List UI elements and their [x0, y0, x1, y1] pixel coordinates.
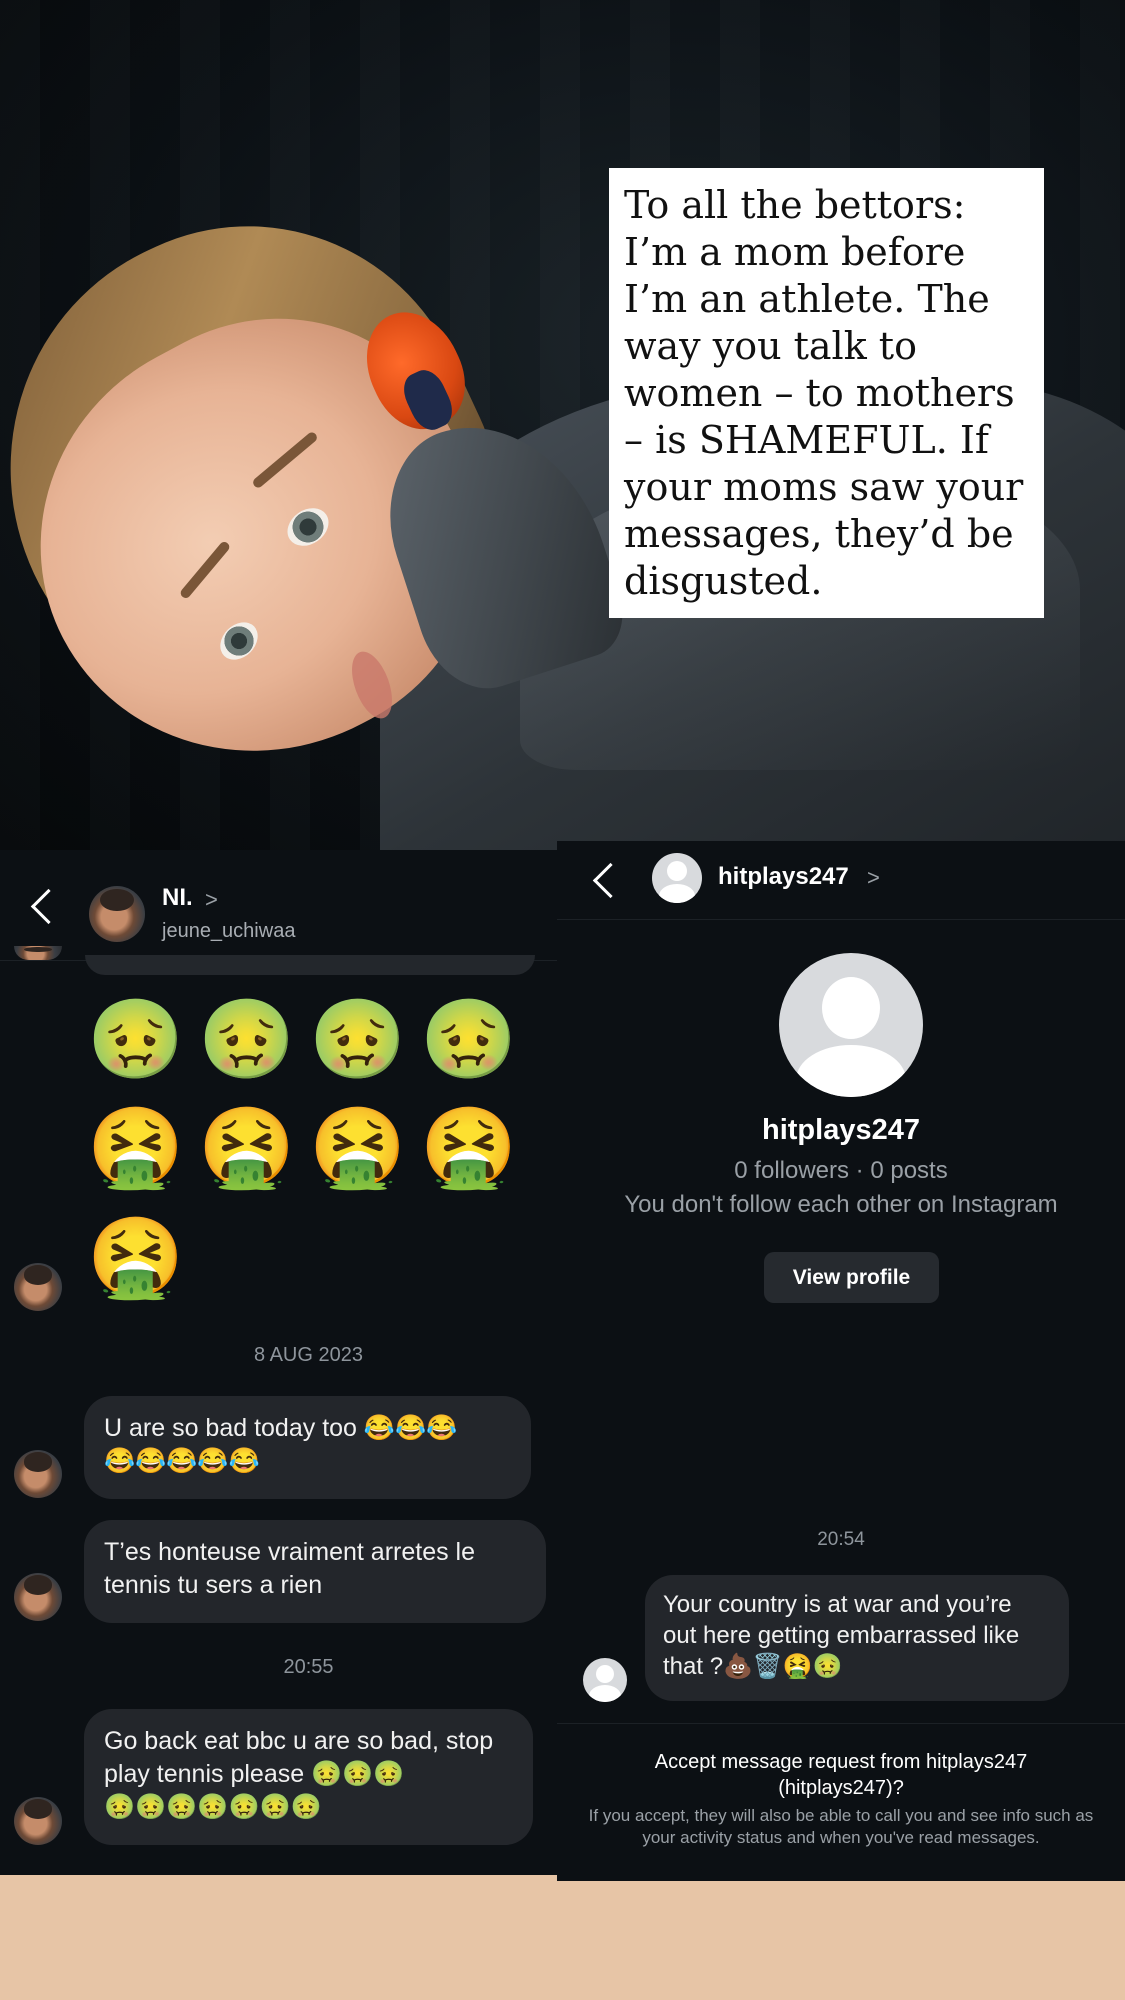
- back-chevron-icon[interactable]: [592, 862, 629, 899]
- back-chevron-icon[interactable]: [30, 888, 67, 925]
- contact-username: jeune_uchiwaa: [162, 920, 296, 942]
- avatar: [14, 946, 62, 960]
- quote-text-box: To all the bettors: I’m a mom before I’m…: [609, 168, 1044, 618]
- avatar[interactable]: [652, 853, 702, 903]
- view-profile-button[interactable]: View profile: [764, 1252, 939, 1303]
- message-bubble[interactable]: Your country is at war and you’re out he…: [645, 1575, 1069, 1701]
- message-bubble[interactable]: Go back eat bbc u are so bad, stop play …: [84, 1709, 533, 1845]
- time-separator: 20:54: [817, 1529, 865, 1550]
- avatar-head-shape: [596, 1665, 614, 1683]
- contact-name[interactable]: NI.: [162, 884, 193, 912]
- avatar: [14, 1797, 62, 1845]
- avatar-head-shape: [667, 861, 687, 881]
- avatar-head-shape: [822, 977, 880, 1039]
- avatar[interactable]: [89, 886, 145, 942]
- avatar-body-shape: [796, 1045, 906, 1097]
- chat-header: hitplays247 >: [557, 841, 1125, 920]
- right-chat-screenshot: hitplays247 > hitplays247 0 followers · …: [557, 841, 1125, 1881]
- chat-header: NI. > jeune_uchiwaa: [0, 850, 557, 961]
- avatar-body-shape: [589, 1685, 621, 1702]
- follow-status: You don't follow each other on Instagram: [624, 1191, 1058, 1218]
- date-separator: 8 AUG 2023: [254, 1344, 363, 1366]
- chevron-right-icon: >: [205, 887, 218, 912]
- avatar-body-shape: [659, 884, 695, 903]
- previous-message-bubble: [85, 955, 535, 975]
- avatar: [583, 1658, 627, 1702]
- profile-name: hitplays247: [762, 1114, 920, 1146]
- profile-avatar[interactable]: [779, 953, 923, 1097]
- avatar: [14, 1573, 62, 1621]
- emoji-message: 🤮🤮🤮🤮: [87, 1103, 532, 1191]
- message-bubble[interactable]: U are so bad today too 😂😂😂 😂😂😂😂😂: [84, 1396, 531, 1499]
- avatar: [14, 1263, 62, 1311]
- header-photo: To all the bettors: I’m a mom before I’m…: [0, 0, 1125, 850]
- left-chat-screenshot: NI. > jeune_uchiwaa 🤢🤢🤢🤢 🤮🤮🤮🤮 🤮 8 AUG 20…: [0, 850, 557, 1875]
- accept-request-info: If you accept, they will also be able to…: [588, 1806, 1094, 1847]
- divider: [557, 1723, 1125, 1724]
- contact-name[interactable]: hitplays247: [718, 863, 849, 891]
- profile-stats: 0 followers · 0 posts: [734, 1157, 948, 1184]
- avatar: [14, 1450, 62, 1498]
- accept-request-title: Accept message request from hitplays247 …: [654, 1751, 1028, 1799]
- emoji-message: 🤢🤢🤢🤢: [87, 995, 532, 1083]
- chevron-right-icon: >: [867, 865, 880, 890]
- message-bubble[interactable]: T’es honteuse vraiment arretes le tennis…: [84, 1520, 546, 1623]
- emoji-message: 🤮: [87, 1213, 199, 1301]
- time-separator: 20:55: [283, 1656, 334, 1678]
